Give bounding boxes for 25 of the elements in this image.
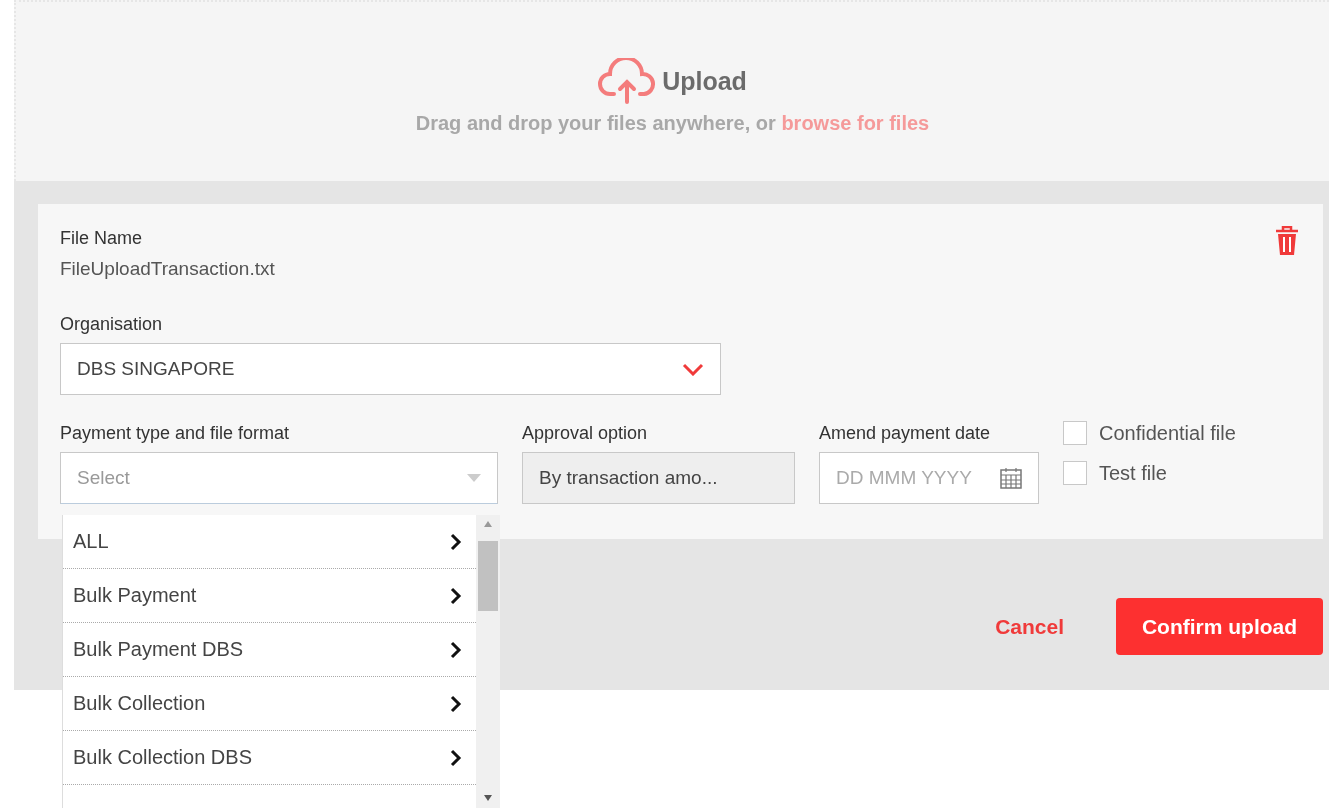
scrollbar[interactable] (476, 515, 500, 808)
chevron-right-icon (450, 748, 462, 767)
chevron-down-icon (682, 362, 704, 376)
checkbox-option[interactable]: Confidential file (1063, 421, 1236, 445)
checkbox[interactable] (1063, 461, 1087, 485)
field-label: Organisation (60, 314, 163, 335)
field-label: Payment type and file format (60, 423, 290, 444)
caret-icon (467, 474, 481, 482)
calendar-icon (1000, 467, 1022, 489)
organisation-select[interactable]: DBS SINGAPORE (60, 343, 721, 395)
cloud-upload-icon (598, 58, 657, 104)
trash-icon[interactable] (1275, 226, 1299, 256)
file-name: FileUploadTransaction.txt (60, 258, 276, 280)
field-label: File Name (60, 228, 143, 249)
field-label: Approval option (522, 423, 648, 444)
upload-title: Upload (662, 66, 747, 96)
upload-hint: Drag and drop your files anywhere, or browse for files (415, 112, 930, 135)
chevron-right-icon (450, 586, 462, 605)
chevron-right-icon (450, 532, 462, 551)
chevron-right-icon (450, 640, 462, 659)
chevron-right-icon (450, 694, 462, 713)
confirm-upload-button[interactable]: Confirm upload (1116, 598, 1323, 655)
checkbox-option[interactable]: Test file (1063, 461, 1236, 485)
field-label: Amend payment date (819, 423, 991, 444)
checkbox[interactable] (1063, 421, 1087, 445)
